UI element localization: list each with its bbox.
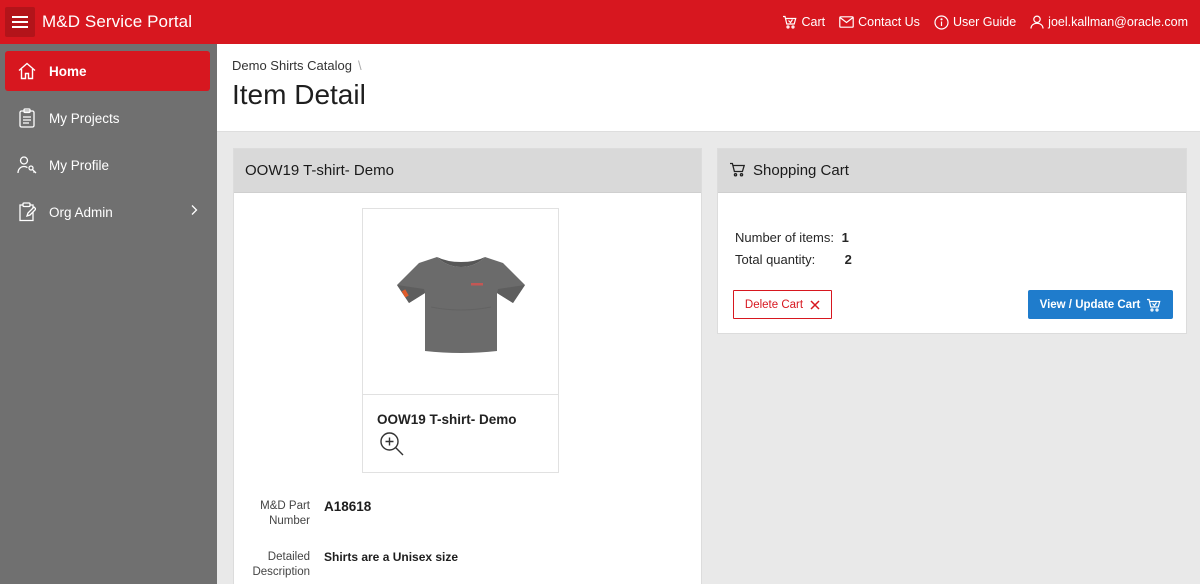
zoom-in-icon[interactable] [379, 431, 405, 457]
chevron-right-icon[interactable] [190, 204, 198, 216]
sidebar-item-org-admin-label: Org Admin [49, 204, 113, 220]
cart-quantity-label: Total quantity: [735, 252, 816, 267]
user-key-icon [15, 153, 39, 177]
app-title[interactable]: M&D Service Portal [42, 12, 192, 32]
title-band: Demo Shirts Catalog \ Item Detail [217, 44, 1200, 132]
product-card: OOW19 T-shirt- Demo [362, 208, 559, 473]
close-icon [810, 299, 820, 310]
breadcrumb: Demo Shirts Catalog \ [232, 58, 362, 73]
top-nav: Cart Contact Us User Guide joel.kallman@… [782, 0, 1188, 44]
breadcrumb-separator: \ [357, 58, 362, 73]
detailed-description-label: Detailed Description [252, 551, 310, 578]
nav-cart-label: Cart [801, 15, 826, 29]
shopping-cart-region: Shopping Cart Number of items: 1 Total q… [717, 148, 1187, 334]
item-region: OOW19 T-shirt- Demo OOW19 T-shirt- Demo … [233, 148, 702, 584]
sidebar-item-my-projects-label: My Projects [49, 110, 120, 126]
nav-user-guide-label: User Guide [952, 15, 1017, 29]
sidebar-item-my-profile[interactable]: My Profile [5, 145, 210, 185]
product-image[interactable] [363, 209, 558, 395]
sidebar-item-org-admin[interactable]: Org Admin [5, 192, 210, 232]
sidebar-item-home[interactable]: Home [5, 51, 210, 91]
breadcrumb-link[interactable]: Demo Shirts Catalog [232, 58, 352, 73]
sidebar-item-my-projects[interactable]: My Projects [5, 98, 210, 138]
part-number-value: A18618 [324, 499, 372, 514]
nav-cart-link[interactable]: Cart [782, 15, 825, 29]
tshirt-image [396, 256, 525, 353]
clipboard-edit-icon [15, 200, 39, 224]
view-update-cart-label: View / Update Cart [1039, 298, 1141, 311]
cart-items-line: Number of items: 1 [735, 230, 849, 245]
sidebar-item-home-label: Home [49, 63, 87, 79]
hamburger-menu-button[interactable] [5, 7, 35, 37]
product-name: OOW19 T-shirt- Demo [377, 412, 517, 427]
page-title: Item Detail [232, 79, 366, 110]
clipboard-icon [15, 106, 39, 130]
cart-quantity-value: 2 [844, 252, 852, 267]
nav-user-account-label: joel.kallman@oracle.com [1048, 15, 1188, 29]
shopping-cart-title: Shopping Cart [753, 162, 849, 179]
item-region-title: OOW19 T-shirt- Demo [234, 149, 701, 193]
cart-quantity-line: Total quantity: 2 [735, 252, 852, 267]
sidebar: Home My Projects My Profile Org Admin [0, 44, 217, 584]
delete-cart-button[interactable]: Delete Cart [733, 290, 832, 319]
view-update-cart-button[interactable]: View / Update Cart [1028, 290, 1173, 319]
hamburger-icon [12, 16, 28, 28]
info-icon [934, 14, 949, 30]
nav-user-account-link[interactable]: joel.kallman@oracle.com [1030, 15, 1188, 29]
top-bar: M&D Service Portal Cart Contact Us User … [0, 0, 1200, 44]
envelope-icon [839, 16, 854, 28]
cart-icon [730, 162, 746, 177]
sidebar-item-my-profile-label: My Profile [49, 157, 110, 173]
delete-cart-label: Delete Cart [744, 298, 804, 311]
home-icon [15, 59, 39, 83]
part-number-label: M&D Part Number [260, 500, 310, 527]
user-icon [1030, 15, 1044, 29]
cart-items-label: Number of items: [735, 230, 834, 245]
cart-items-value: 1 [841, 230, 849, 245]
nav-contact-link[interactable]: Contact Us [839, 15, 920, 29]
shopping-cart-header: Shopping Cart [718, 149, 1186, 193]
nav-user-guide-link[interactable]: User Guide [934, 14, 1017, 30]
cart-icon [1147, 298, 1161, 312]
cart-icon [783, 15, 797, 29]
detailed-description-value: Shirts are a Unisex size [324, 550, 459, 564]
nav-contact-label: Contact Us [858, 15, 920, 29]
